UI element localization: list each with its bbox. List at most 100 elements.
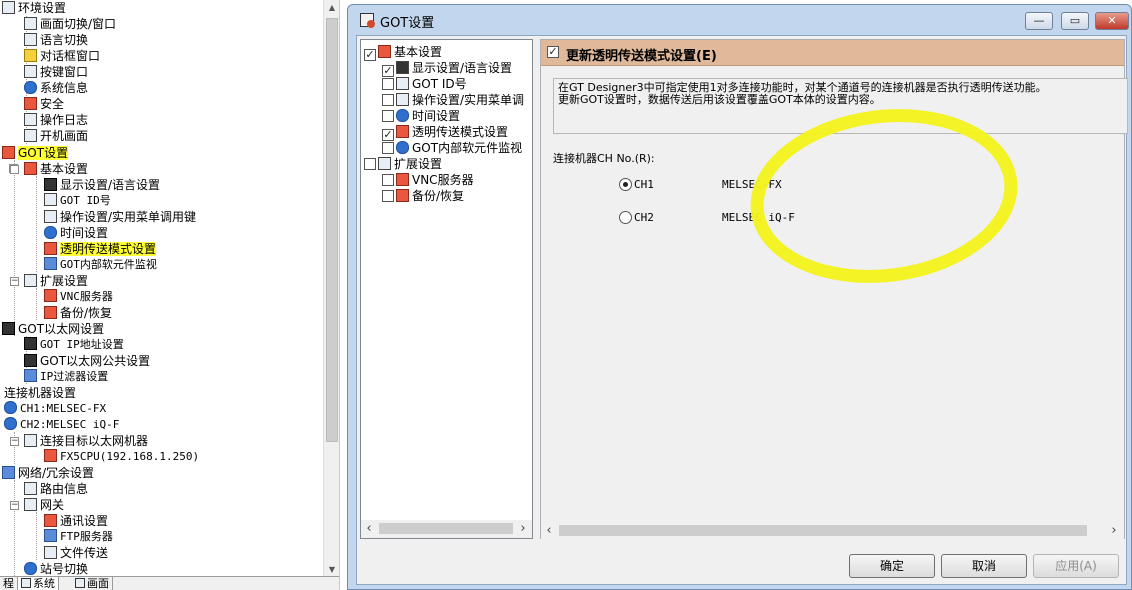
tree-item-ethernet-common[interactable]: GOT以太网公共设置: [24, 353, 150, 369]
tree-item-got-settings[interactable]: GOT设置: [2, 145, 69, 161]
expand-toggle-basic-setting[interactable]: [10, 165, 19, 174]
minimize-button[interactable]: —: [1025, 12, 1053, 30]
expand-toggle-gateway[interactable]: −: [10, 501, 19, 510]
tree-item-transparent-mode[interactable]: 透明传送模式设置: [44, 241, 157, 257]
checkbox[interactable]: [364, 158, 376, 170]
dialog-titlebar[interactable]: GOT设置 — ▭ ✕: [348, 5, 1131, 35]
checkbox[interactable]: [382, 174, 394, 186]
category-device-monitor[interactable]: GOT内部软元件监视: [382, 140, 522, 156]
project-tree-scrollbar[interactable]: ▲ ▼: [323, 0, 339, 578]
checkbox[interactable]: [382, 142, 394, 154]
tree-item-got-ethernet[interactable]: GOT以太网设置: [2, 321, 104, 337]
tree-item-vnc-server[interactable]: VNC服务器: [44, 289, 113, 305]
category-display[interactable]: ✓ 显示设置/语言设置: [382, 60, 512, 77]
vnc-icon: [396, 173, 409, 186]
restore-button[interactable]: ▭: [1061, 12, 1089, 30]
category-tree-hscrollbar[interactable]: ‹ ›: [361, 520, 532, 538]
tree-item-ethernet-devices[interactable]: 连接目标以太网机器: [24, 433, 148, 449]
tree-item-ch2[interactable]: CH2:MELSEC iQ-F: [4, 417, 119, 433]
tree-item-key-window[interactable]: 按键窗口: [24, 64, 88, 80]
tree-item-gateway[interactable]: 网关: [24, 497, 64, 513]
checkbox[interactable]: [382, 110, 394, 122]
tab-program[interactable]: 程: [0, 577, 18, 590]
checkbox[interactable]: [382, 190, 394, 202]
tree-item-display-settings[interactable]: 显示设置/语言设置: [44, 177, 160, 193]
scroll-right-arrow-icon[interactable]: ›: [1106, 522, 1122, 539]
tree-item-security[interactable]: 安全: [24, 96, 64, 112]
ok-button[interactable]: 确定: [849, 554, 935, 578]
tree-item-dialog-window[interactable]: 对话框窗口: [24, 48, 100, 64]
tree-item-routing[interactable]: 路由信息: [24, 481, 88, 497]
category-extension[interactable]: 扩展设置: [364, 156, 442, 172]
scroll-left-arrow-icon[interactable]: ‹: [361, 520, 377, 538]
filter-icon: [24, 369, 37, 382]
checkbox[interactable]: [382, 94, 394, 106]
tree-item-file-transfer[interactable]: 文件传送: [44, 545, 108, 561]
scrollbar-thumb[interactable]: [379, 523, 513, 534]
tree-item-operation-settings[interactable]: 操作设置/实用菜单调用键: [44, 209, 196, 225]
tree-item-device-monitor[interactable]: GOT内部软元件监视: [44, 257, 157, 273]
tree-item-station-switch[interactable]: 站号切换: [24, 561, 88, 577]
category-transparent-mode[interactable]: ✓ 透明传送模式设置: [382, 124, 508, 141]
tree-item-ip-filter[interactable]: IP过滤器设置: [24, 369, 108, 385]
tree-item-communication[interactable]: 通讯设置: [44, 513, 108, 529]
apply-button[interactable]: 应用(A): [1033, 554, 1119, 578]
checkbox[interactable]: ✓: [364, 49, 376, 61]
tab-system[interactable]: 系统: [18, 577, 59, 590]
clock-icon: [396, 109, 409, 122]
tree-item-system-info[interactable]: 系统信息: [24, 80, 88, 96]
tree-item-backup-restore[interactable]: 备份/恢复: [44, 305, 112, 321]
category-backup[interactable]: 备份/恢复: [382, 188, 464, 204]
checkbox[interactable]: [382, 78, 394, 90]
cancel-button[interactable]: 取消: [941, 554, 1027, 578]
display-icon: [44, 178, 57, 191]
tree-item-basic-settings[interactable]: 基本设置: [24, 161, 88, 177]
update-transparent-mode-checkbox[interactable]: ✓: [547, 46, 559, 58]
scroll-up-arrow-icon[interactable]: ▲: [324, 0, 339, 16]
device-monitor-icon: [396, 141, 409, 154]
expand-toggle-ethernet-device[interactable]: −: [10, 437, 19, 446]
screen-icon: [24, 129, 37, 142]
id-icon: [396, 77, 409, 90]
tree-item-network-redundancy[interactable]: 网络/冗余设置: [2, 465, 94, 481]
tree-item-ip-address[interactable]: GOT IP地址设置: [24, 337, 124, 353]
category-vnc[interactable]: VNC服务器: [382, 172, 474, 188]
tree-label: GOT IP地址设置: [40, 338, 124, 351]
tree-item-ftp-server[interactable]: FTP服务器: [44, 529, 113, 545]
tree-item-extension-settings[interactable]: 扩展设置: [24, 273, 88, 289]
project-tree: − − − − − − 环境设置 画面切换/窗口 语言切换 对话框窗口 按键窗口…: [0, 0, 323, 578]
tree-item-screen-switch[interactable]: 画面切换/窗口: [24, 16, 116, 32]
radio-button[interactable]: [619, 178, 632, 191]
tree-item-startup-screen[interactable]: 开机画面: [24, 128, 88, 144]
description-line: 更新GOT设置时，数据传送后用该设置覆盖GOT本体的设置内容。: [558, 93, 881, 106]
radio-button[interactable]: [619, 211, 632, 224]
tree-item-operation-log[interactable]: 操作日志: [24, 112, 88, 128]
tree-item-language[interactable]: 语言切换: [24, 32, 88, 48]
category-basic[interactable]: ✓ 基本设置: [364, 44, 442, 61]
category-operation[interactable]: 操作设置/实用菜单调: [382, 92, 524, 108]
scrollbar-thumb[interactable]: [559, 525, 1087, 536]
scrollbar-thumb[interactable]: [326, 18, 338, 442]
category-time[interactable]: 时间设置: [382, 108, 460, 124]
tree-label: GOT以太网公共设置: [40, 354, 151, 368]
tree-item-fx5cpu[interactable]: FX5CPU(192.168.1.250): [44, 449, 199, 465]
scroll-left-arrow-icon[interactable]: ‹: [541, 522, 557, 539]
tree-label: VNC服务器: [60, 290, 113, 303]
tree-label: 操作设置/实用菜单调用键: [60, 210, 197, 224]
got-settings-icon: [24, 162, 37, 175]
tab-screen[interactable]: 画面: [72, 577, 113, 590]
id-icon: [44, 193, 57, 206]
got-settings-dialog: GOT设置 — ▭ ✕ ✓ 基本设置 ✓ 显示设置/语言设置 GOT ID号 操作设…: [347, 4, 1132, 590]
scroll-right-arrow-icon[interactable]: ›: [515, 520, 531, 538]
tree-item-ch1[interactable]: CH1:MELSEC-FX: [4, 401, 106, 417]
tree-label: 文件传送: [60, 546, 109, 560]
tree-item-time-settings[interactable]: 时间设置: [44, 225, 108, 241]
system-icon: [21, 578, 31, 588]
category-got-id[interactable]: GOT ID号: [382, 76, 467, 92]
expand-toggle-extension[interactable]: −: [10, 277, 19, 286]
tree-item-connected-devices[interactable]: 连接机器设置: [4, 385, 76, 401]
settings-hscrollbar[interactable]: ‹ ›: [541, 522, 1124, 539]
tree-item-got-id[interactable]: GOT ID号: [44, 193, 111, 209]
tree-item-environment[interactable]: 环境设置: [2, 0, 66, 16]
close-button[interactable]: ✕: [1095, 12, 1129, 30]
